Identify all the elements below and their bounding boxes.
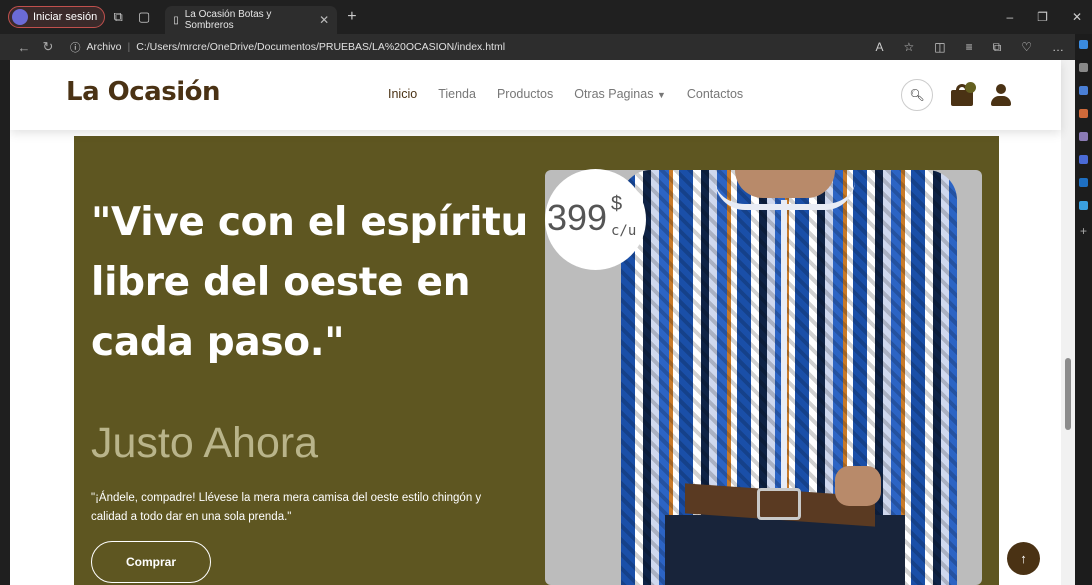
page-viewport: La Ocasión Inicio Tienda Productos Otras… bbox=[10, 60, 1075, 585]
menu-item-inicio[interactable]: Inicio bbox=[388, 87, 417, 101]
collections-icon[interactable]: ⧉ bbox=[993, 40, 1002, 55]
page-icon: ▯ bbox=[173, 14, 179, 26]
profile-button[interactable]: Iniciar sesión bbox=[8, 6, 106, 28]
address-bar: ← ↻ ⓘ Archivo | C:/Users/mrcre/OneDrive/… bbox=[0, 34, 1092, 60]
price-value: 399 bbox=[547, 197, 608, 238]
close-tab-icon[interactable]: ✕ bbox=[319, 13, 329, 27]
refresh-icon[interactable]: ↻ bbox=[36, 39, 60, 55]
extensions-icon[interactable]: ♡ bbox=[1021, 40, 1032, 55]
model-hand bbox=[835, 466, 881, 506]
shirt-placket bbox=[781, 200, 787, 500]
user-icon bbox=[996, 84, 1006, 94]
account-button[interactable] bbox=[991, 84, 1011, 106]
back-icon[interactable]: ← bbox=[12, 40, 36, 55]
browser-tab[interactable]: ▯ La Ocasión Botas y Sombreros ✕ bbox=[165, 6, 338, 34]
hero-headline: "Vive con el espíritu libre del oeste en… bbox=[91, 200, 528, 365]
favorites-icon[interactable]: ≡ bbox=[966, 40, 973, 55]
site-header: La Ocasión Inicio Tienda Productos Otras… bbox=[10, 60, 1061, 130]
belt-buckle bbox=[757, 488, 801, 520]
menu-item-contactos[interactable]: Contactos bbox=[687, 87, 743, 101]
main-menu: Inicio Tienda Productos Otras Paginas ▼ … bbox=[388, 87, 743, 101]
shopping-icon[interactable] bbox=[1079, 86, 1088, 95]
chevron-down-icon: ▼ bbox=[656, 90, 666, 100]
browser-tabbar: Iniciar sesión ⧉ ▢ ▯ La Ocasión Botas y … bbox=[0, 0, 1092, 34]
read-aloud-icon[interactable]: A bbox=[876, 40, 884, 55]
user-icon-body bbox=[991, 96, 1011, 106]
header-icons: 🔍︎ bbox=[901, 79, 1011, 111]
menu-item-otras-paginas-label: Otras Paginas bbox=[574, 87, 654, 101]
search-icon[interactable] bbox=[1079, 63, 1088, 72]
info-icon: ⓘ bbox=[70, 41, 81, 54]
buy-button[interactable]: Comprar bbox=[91, 541, 211, 583]
hero-description: "¡Ándele, compadre! Llévese la mera mera… bbox=[91, 492, 482, 523]
close-window-icon[interactable]: ✕ bbox=[1072, 10, 1082, 24]
menu-item-otras-paginas[interactable]: Otras Paginas ▼ bbox=[574, 87, 666, 101]
add-sidebar-icon[interactable]: + bbox=[1080, 224, 1087, 238]
tools-icon[interactable] bbox=[1079, 109, 1088, 118]
site-logo[interactable]: La Ocasión bbox=[66, 77, 220, 107]
new-tab-icon[interactable]: + bbox=[347, 8, 356, 26]
address-separator: | bbox=[127, 41, 131, 53]
price-unit: c/u bbox=[611, 223, 637, 239]
microsoft365-icon[interactable] bbox=[1079, 155, 1088, 164]
profile-label: Iniciar sesión bbox=[33, 11, 98, 23]
menu-item-productos[interactable]: Productos bbox=[497, 87, 553, 101]
avatar bbox=[12, 9, 28, 25]
minimize-icon[interactable]: – bbox=[1006, 10, 1013, 24]
search-button[interactable]: 🔍︎ bbox=[901, 79, 933, 111]
send-icon[interactable] bbox=[1079, 201, 1088, 210]
menu-item-tienda[interactable]: Tienda bbox=[438, 87, 476, 101]
browser-sidebar: + bbox=[1075, 34, 1092, 585]
address-prefix: Archivo bbox=[86, 41, 122, 53]
workspaces-icon[interactable]: ⧉ bbox=[105, 9, 131, 25]
outlook-icon[interactable] bbox=[1079, 178, 1088, 187]
tab-title: La Ocasión Botas y Sombreros bbox=[184, 9, 272, 31]
price-currency: $ bbox=[611, 193, 623, 215]
window-controls: – ❐ ✕ bbox=[1006, 10, 1092, 24]
copilot-icon[interactable] bbox=[1079, 40, 1088, 49]
games-icon[interactable] bbox=[1079, 132, 1088, 141]
arrow-up-icon: ↑ bbox=[1020, 551, 1027, 566]
restore-icon[interactable]: ❐ bbox=[1037, 10, 1048, 24]
url-field[interactable]: ⓘ Archivo | C:/Users/mrcre/OneDrive/Docu… bbox=[70, 40, 505, 55]
favorite-star-icon[interactable]: ☆ bbox=[904, 40, 915, 55]
scrollbar-thumb[interactable] bbox=[1065, 358, 1071, 430]
search-icon: 🔍︎ bbox=[909, 88, 925, 102]
split-screen-icon[interactable]: ◫ bbox=[934, 40, 945, 55]
address-actions: A ☆ ◫ ≡ ⧉ ♡ … bbox=[876, 40, 1092, 55]
cart-button[interactable] bbox=[951, 82, 976, 106]
address-url: C:/Users/mrcre/OneDrive/Documentos/PRUEB… bbox=[136, 41, 506, 53]
more-icon[interactable]: … bbox=[1052, 40, 1064, 55]
cart-badge bbox=[965, 82, 976, 93]
hero-banner: "Vive con el espíritu libre del oeste en… bbox=[74, 136, 999, 585]
price-badge: 399 $ c/u bbox=[545, 169, 646, 270]
back-to-top-button[interactable]: ↑ bbox=[1007, 542, 1040, 575]
tab-actions-icon[interactable]: ▢ bbox=[131, 9, 157, 25]
hero-subheading: Justo Ahora bbox=[91, 419, 319, 467]
scrollbar[interactable] bbox=[1061, 60, 1075, 585]
